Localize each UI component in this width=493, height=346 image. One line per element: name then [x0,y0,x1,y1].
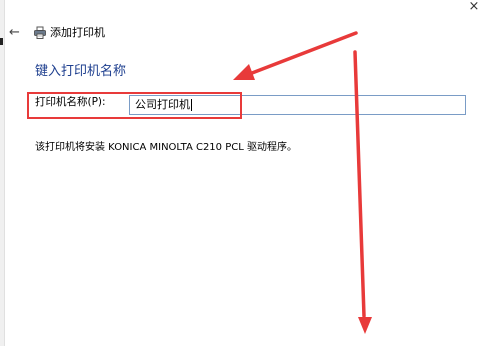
annotation-arrows [233,31,372,334]
window-title: 添加打印机 [50,26,105,39]
printer-name-value: 公司打印机 [135,98,190,111]
printer-name-label: 打印机名称(P): [35,96,106,108]
close-button[interactable]: × [467,0,481,14]
annotation-arrow-left [233,31,358,80]
background-window-edge [0,0,5,346]
printer-name-input[interactable]: 公司打印机 [129,95,466,115]
driver-info-text: 该打印机将安装 KONICA MINOLTA C210 PCL 驱动程序。 [35,142,297,153]
background-window-mark [0,38,3,45]
printer-icon [34,26,46,39]
page-heading: 键入打印机名称 [35,64,127,79]
close-icon: × [468,0,480,14]
text-caret [191,99,192,111]
back-arrow-icon: ← [9,25,20,40]
back-button[interactable]: ← [9,26,23,40]
